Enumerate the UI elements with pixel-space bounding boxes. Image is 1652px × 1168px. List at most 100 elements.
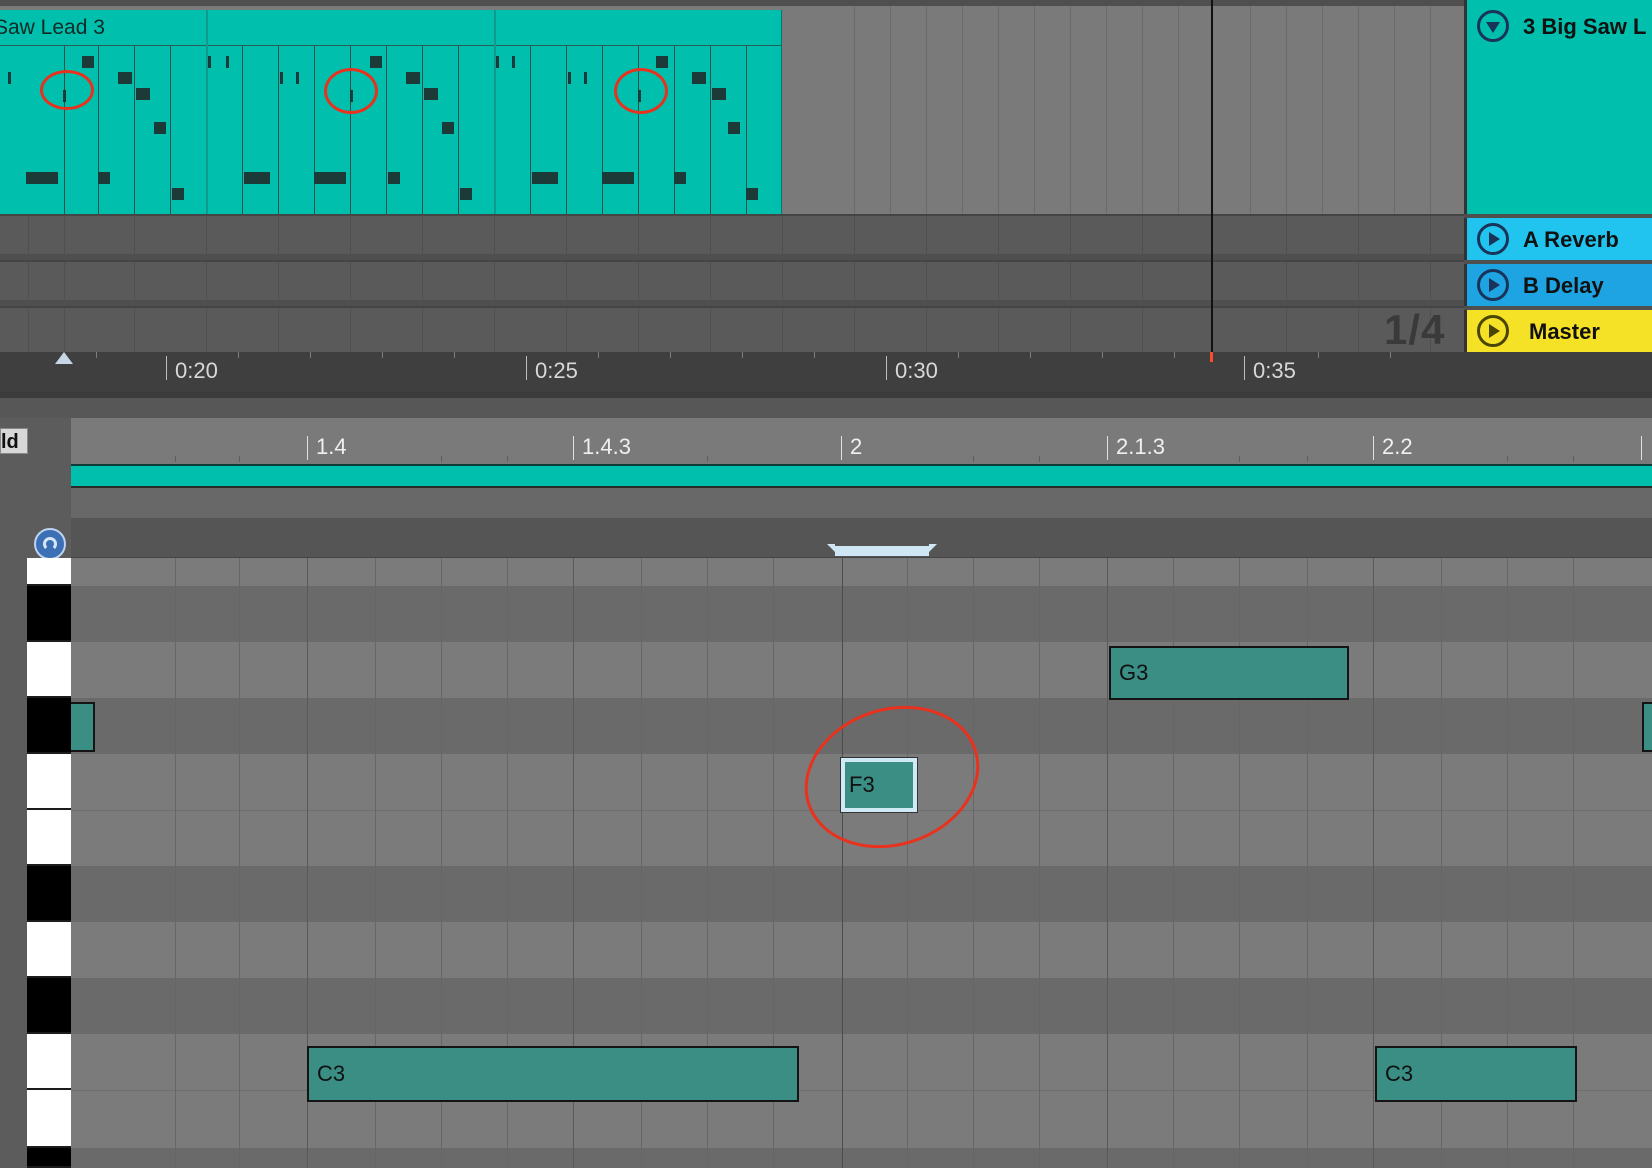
midi-clip[interactable]: Saw Lead 3 xyxy=(0,10,782,214)
scrub-area[interactable] xyxy=(71,488,1652,518)
midi-note[interactable] xyxy=(1642,702,1652,752)
play-icon[interactable] xyxy=(1477,223,1509,255)
clip-note xyxy=(136,88,150,100)
clip-note xyxy=(532,172,558,184)
beat-label: 2.1.3 xyxy=(1107,436,1165,460)
clip-note xyxy=(8,72,11,84)
beat-label: 2 xyxy=(841,436,862,460)
piano-key[interactable] xyxy=(27,978,71,1034)
clip-note xyxy=(118,72,132,84)
note-grid[interactable]: G3 F3 C3 C3 xyxy=(71,558,1652,1168)
note-label: G3 xyxy=(1119,660,1149,685)
clip-title-bar[interactable]: Saw Lead 3 xyxy=(0,10,781,46)
piano-keyboard xyxy=(27,558,71,1168)
track-name: A Reverb xyxy=(1523,227,1619,252)
track-lane-delay[interactable] xyxy=(0,260,1464,300)
clip-note xyxy=(314,172,346,184)
clip-note xyxy=(388,172,400,184)
play-icon[interactable] xyxy=(1477,315,1509,347)
ruler-label: 0:35 xyxy=(1244,356,1296,383)
annotation-circle xyxy=(40,70,94,110)
beat-label xyxy=(1641,436,1650,460)
clip-note xyxy=(26,172,58,184)
piano-key[interactable] xyxy=(27,1034,71,1090)
clip-note xyxy=(424,88,438,100)
piano-key[interactable] xyxy=(27,642,71,698)
clip-region-bar[interactable] xyxy=(71,464,1652,488)
clip-note xyxy=(82,56,94,68)
midi-note-c3[interactable]: C3 xyxy=(1375,1046,1577,1102)
clip-note xyxy=(226,56,229,68)
loop-start-marker[interactable] xyxy=(55,352,73,364)
clip-note xyxy=(584,72,587,84)
clip-note xyxy=(280,72,283,84)
clip-note xyxy=(244,172,270,184)
clip-note xyxy=(602,172,634,184)
piano-roll-editor: ld 1.4 1.4.3 2 2.1.3 2.2 G3 F3 C3 C3 xyxy=(0,418,1652,1168)
clip-note xyxy=(512,56,515,68)
ruler-label: 0:20 xyxy=(166,356,218,383)
beat-ruler[interactable]: 1.4 1.4.3 2 2.1.3 2.2 xyxy=(71,418,1652,464)
piano-key[interactable] xyxy=(27,558,71,586)
ruler-label: 0:25 xyxy=(526,356,578,383)
annotation-circle xyxy=(614,68,668,114)
piano-key[interactable] xyxy=(27,754,71,810)
playhead-marker[interactable] xyxy=(1210,352,1213,362)
clip-note xyxy=(674,172,686,184)
arrangement-view: Saw Lead 3 1/4 3 Big Saw L A Reverb B De… xyxy=(0,0,1652,418)
midi-note-c3[interactable]: C3 xyxy=(307,1046,799,1102)
track-name: 3 Big Saw L xyxy=(1523,14,1647,39)
piano-key[interactable] xyxy=(27,866,71,922)
clip-note xyxy=(712,88,726,100)
beat-label: 2.2 xyxy=(1373,436,1413,460)
beat-label: 1.4 xyxy=(307,436,347,460)
clip-note xyxy=(692,72,706,84)
ruler-label: 0:30 xyxy=(886,356,938,383)
play-icon[interactable] xyxy=(1477,269,1509,301)
clip-note xyxy=(406,72,420,84)
track-name: Master xyxy=(1529,319,1600,344)
bar-line xyxy=(842,558,843,1168)
note-label: C3 xyxy=(317,1061,346,1086)
fold-label: ld xyxy=(1,431,19,453)
track-header-big-saw[interactable]: 3 Big Saw L xyxy=(1464,0,1652,214)
clip-note xyxy=(460,188,472,200)
view-divider[interactable] xyxy=(0,392,1652,418)
clip-note xyxy=(728,122,740,134)
clip-note xyxy=(98,172,110,184)
annotation-circle xyxy=(324,68,378,114)
clip-name: Saw Lead 3 xyxy=(0,16,105,39)
page-count: 1/4 xyxy=(1384,306,1446,353)
clip-note xyxy=(370,56,382,68)
beat-label: 1.4.3 xyxy=(573,436,631,460)
clip-note xyxy=(656,56,668,68)
loop-brace[interactable] xyxy=(827,544,937,556)
piano-key[interactable] xyxy=(27,586,71,642)
playhead-line xyxy=(1211,0,1213,352)
piano-key[interactable] xyxy=(27,922,71,978)
track-header-master[interactable]: Master xyxy=(1464,310,1652,352)
clip-note xyxy=(296,72,299,84)
preview-headphones-icon[interactable] xyxy=(34,528,66,560)
clip-note xyxy=(496,56,499,68)
track-lane-master[interactable] xyxy=(0,306,1464,352)
track-header-reverb[interactable]: A Reverb xyxy=(1464,218,1652,260)
piano-key[interactable] xyxy=(27,1148,71,1168)
piano-key[interactable] xyxy=(27,810,71,866)
note-label: C3 xyxy=(1385,1061,1414,1086)
clip-note xyxy=(172,188,184,200)
time-ruler[interactable]: 0:20 0:25 0:30 0:35 xyxy=(0,352,1652,392)
midi-note[interactable] xyxy=(71,702,95,752)
fold-button[interactable]: ld xyxy=(0,428,28,454)
piano-key[interactable] xyxy=(27,698,71,754)
clip-note xyxy=(154,122,166,134)
clip-note xyxy=(568,72,571,84)
track-header-delay[interactable]: B Delay xyxy=(1464,264,1652,306)
track-name: B Delay xyxy=(1523,273,1604,298)
midi-note-g3[interactable]: G3 xyxy=(1109,646,1349,700)
piano-key[interactable] xyxy=(27,1090,71,1148)
clip-note xyxy=(442,122,454,134)
clip-note xyxy=(208,56,211,68)
track-lane-reverb[interactable] xyxy=(0,214,1464,254)
fold-down-icon[interactable] xyxy=(1477,10,1509,42)
